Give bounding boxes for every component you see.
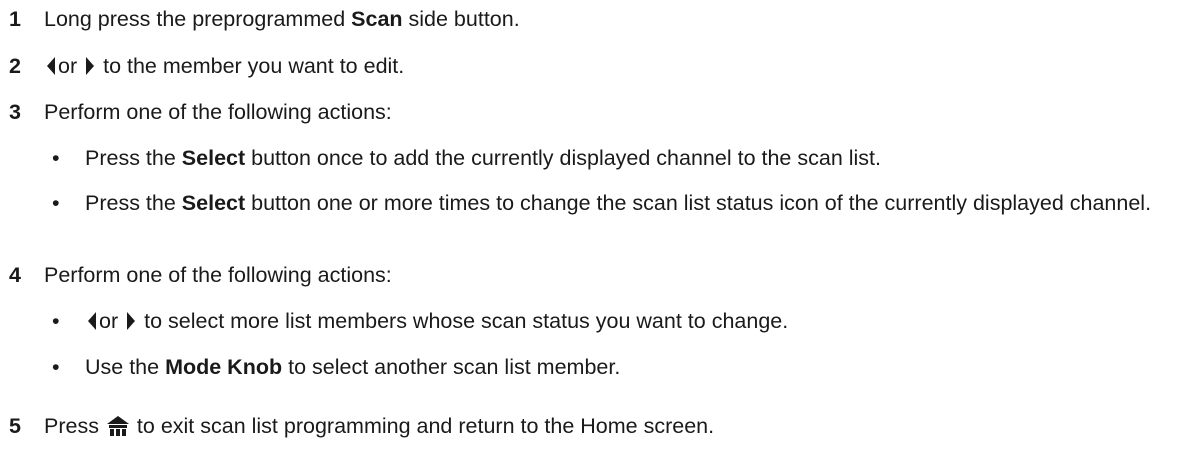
home-icon [106,416,129,436]
step-3: 3 Perform one of the following actions: [0,99,392,126]
bullet-text: Press the Select button once to add the … [85,146,882,170]
step-1: 1 Long press the preprogrammed Scan side… [0,6,520,33]
step-number: 5 [9,414,21,438]
bullet-dot: • [52,309,60,333]
bullet-item: • Press the Select button once to add th… [52,145,1175,172]
step-number: 2 [9,54,21,78]
bullet-text: Use the Mode Knob to select another scan… [85,355,621,379]
bullet-text: or to select more list members whose sca… [85,308,1175,335]
step-number: 1 [9,7,21,31]
bullet-dot: • [52,191,60,215]
step-number: 3 [9,100,21,124]
step-text: Long press the preprogrammed Scan side b… [44,7,520,31]
step-text: Press to exit scan list programming and … [44,414,715,438]
step-5: 5 Press to exit scan list programming an… [0,413,714,440]
bullet-item: • or to select more list members whose s… [52,308,1175,335]
step-text: or to the member you want to edit. [44,53,404,80]
bullet-item: • Press the Select button one or more ti… [52,190,1175,217]
left-arrow-icon [47,57,55,75]
step-2: 2 or to the member you want to edit. [0,53,404,80]
step-text: Perform one of the following actions: [44,263,392,287]
left-arrow-icon [88,312,96,330]
bullet-text: Press the Select button one or more time… [85,191,1152,215]
bullet-dot: • [52,355,60,379]
right-arrow-icon [127,312,136,330]
bullet-dot: • [52,146,60,170]
right-arrow-icon [86,57,95,75]
step-number: 4 [9,263,21,287]
step-4: 4 Perform one of the following actions: [0,262,392,289]
step-text: Perform one of the following actions: [44,100,392,124]
bullet-item: • Use the Mode Knob to select another sc… [52,354,1175,381]
